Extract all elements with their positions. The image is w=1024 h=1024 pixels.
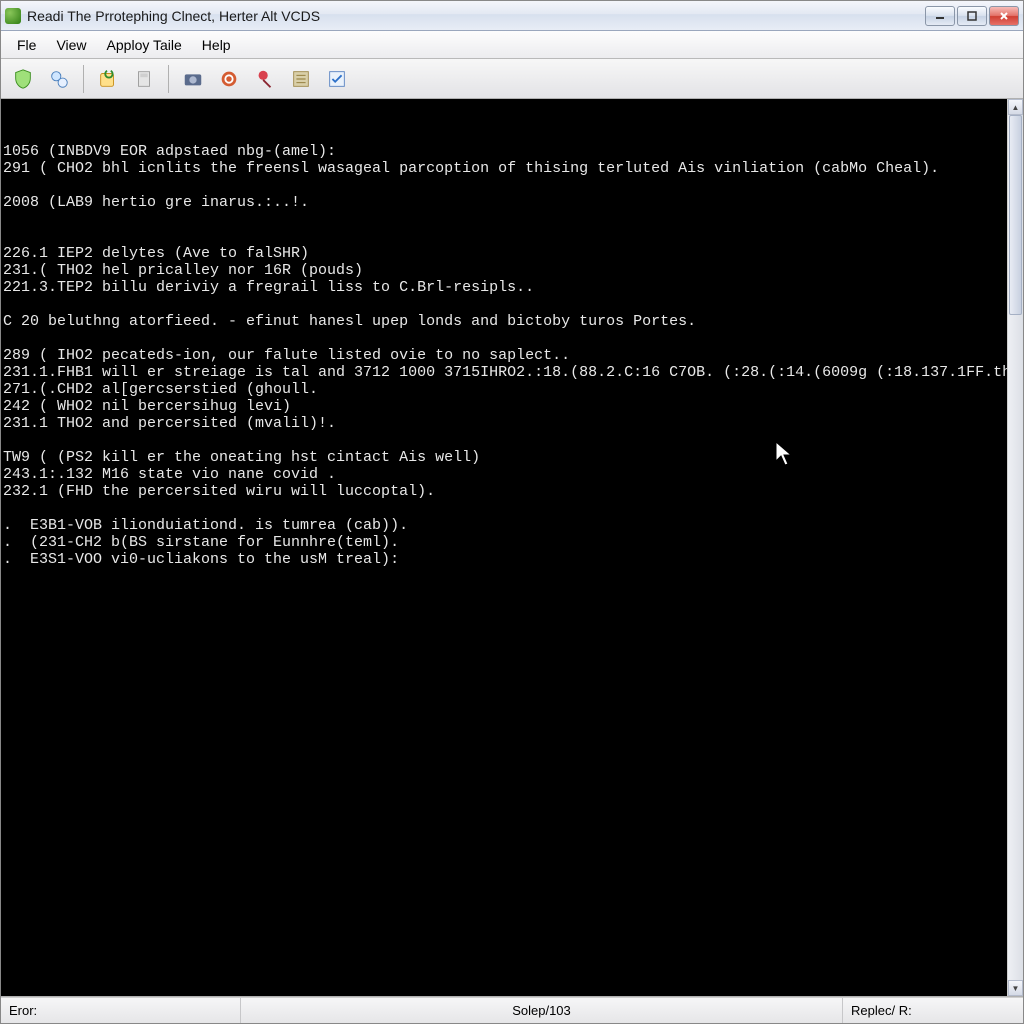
toolbar-separator bbox=[83, 65, 84, 93]
console-line: 1056 (INBDV9 EOR adpstaed nbg-(amel): bbox=[3, 143, 1005, 160]
console-line bbox=[3, 432, 1005, 449]
console-output: 1056 (INBDV9 EOR adpstaed nbg-(amel):291… bbox=[1, 99, 1007, 996]
console-line: 231.( THO2 hel pricalley nor 16R (pouds) bbox=[3, 262, 1005, 279]
maximize-button[interactable] bbox=[957, 6, 987, 26]
titlebar: Readi The Prrotephing Clnect, Herter Alt… bbox=[1, 1, 1023, 31]
window-title: Readi The Prrotephing Clnect, Herter Alt… bbox=[27, 8, 925, 24]
scroll-up-icon[interactable]: ▲ bbox=[1008, 99, 1023, 115]
console-line: C 20 beluthng atorfieed. - efinut hanesl… bbox=[3, 313, 1005, 330]
drive-icon[interactable] bbox=[128, 63, 160, 95]
pin-icon[interactable] bbox=[249, 63, 281, 95]
console-line: . E3S1-VOO vi0-ucliakons to the usM trea… bbox=[3, 551, 1005, 568]
disk-refresh-icon[interactable] bbox=[92, 63, 124, 95]
console-line: TW9 ( (PS2 kill er the oneating hst cint… bbox=[3, 449, 1005, 466]
console-line: . (231-CH2 b(BS sirstane for Eunnhre(tem… bbox=[3, 534, 1005, 551]
console-line: 232.1 (FHD the percersited wiru will luc… bbox=[3, 483, 1005, 500]
scroll-thumb[interactable] bbox=[1009, 115, 1022, 315]
console-line: 2008 (LAB9 hertio gre inarus.:..!. bbox=[3, 194, 1005, 211]
list-icon[interactable] bbox=[285, 63, 317, 95]
plugin-icon[interactable] bbox=[43, 63, 75, 95]
status-left: Eror: bbox=[1, 998, 241, 1023]
menu-help[interactable]: Help bbox=[192, 34, 241, 56]
camera-icon[interactable] bbox=[177, 63, 209, 95]
console-line: . E3B1-VOB ilionduiationd. is tumrea (ca… bbox=[3, 517, 1005, 534]
scroll-down-icon[interactable]: ▼ bbox=[1008, 980, 1023, 996]
scroll-track[interactable] bbox=[1008, 115, 1023, 980]
console-line: 221.3.TEP2 billu deriviy a fregrail liss… bbox=[3, 279, 1005, 296]
console-line: 231.1.FHB1 will er streiage is tal and 3… bbox=[3, 364, 1005, 381]
menu-apply[interactable]: Apploy Taile bbox=[97, 34, 192, 56]
console-line bbox=[3, 296, 1005, 313]
console-line bbox=[3, 228, 1005, 245]
console-line bbox=[3, 211, 1005, 228]
console-line: 289 ( IHO2 pecateds-ion, our falute list… bbox=[3, 347, 1005, 364]
toolbar bbox=[1, 59, 1023, 99]
console-line bbox=[3, 330, 1005, 347]
status-center: Solep/103 bbox=[241, 998, 843, 1023]
menu-view[interactable]: View bbox=[46, 34, 96, 56]
menu-file[interactable]: Fle bbox=[7, 34, 46, 56]
statusbar: Eror: Solep/103 Replec/ R: bbox=[1, 997, 1023, 1023]
console-line bbox=[3, 500, 1005, 517]
minimize-button[interactable] bbox=[925, 6, 955, 26]
shield-icon[interactable] bbox=[7, 63, 39, 95]
app-icon bbox=[5, 8, 21, 24]
vertical-scrollbar[interactable]: ▲ ▼ bbox=[1007, 99, 1023, 996]
console-line: 242 ( WHO2 nil bercersihug levi) bbox=[3, 398, 1005, 415]
sync-icon[interactable] bbox=[213, 63, 245, 95]
close-button[interactable] bbox=[989, 6, 1019, 26]
console-line: 226.1 IEP2 delytes (Ave to falSHR) bbox=[3, 245, 1005, 262]
check-sheet-icon[interactable] bbox=[321, 63, 353, 95]
console-line bbox=[3, 177, 1005, 194]
console-line: 231.1 THO2 and percersited (mvalil)!. bbox=[3, 415, 1005, 432]
console-line: 243.1:.132 M16 state vio nane covid . bbox=[3, 466, 1005, 483]
window-buttons bbox=[925, 6, 1019, 26]
toolbar-separator bbox=[168, 65, 169, 93]
console-line: 271.(.CHD2 al[gercserstied (ghoull. bbox=[3, 381, 1005, 398]
status-right: Replec/ R: bbox=[843, 998, 1023, 1023]
menubar: Fle View Apploy Taile Help bbox=[1, 31, 1023, 59]
console-line: 291 ( CHO2 bhl icnlits the freensl wasag… bbox=[3, 160, 1005, 177]
